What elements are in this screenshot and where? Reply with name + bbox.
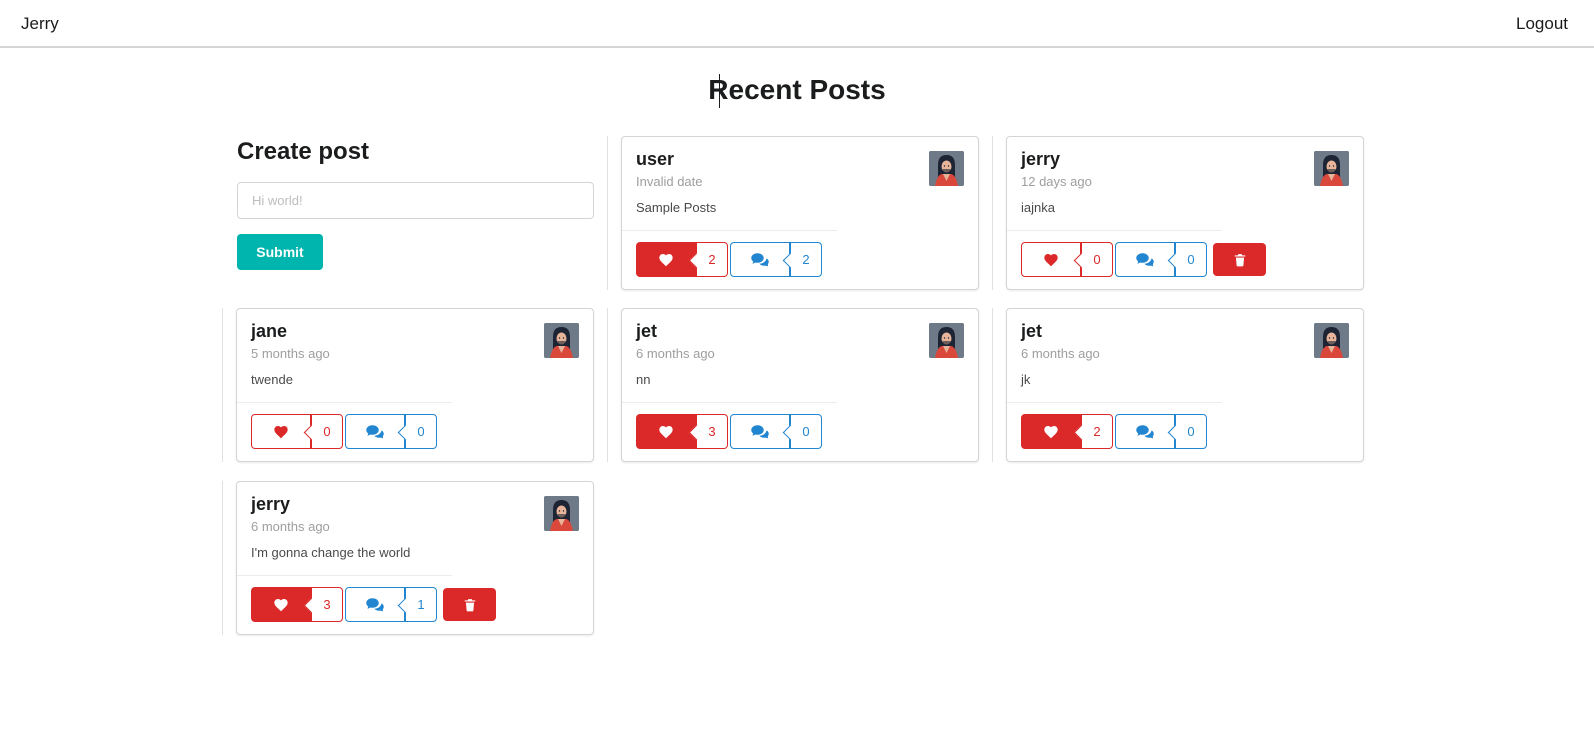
- post-card: user Invalid date Sample Posts 2 2: [621, 136, 979, 290]
- comment-button[interactable]: 0: [730, 414, 822, 449]
- post-timestamp[interactable]: 12 days ago: [1021, 174, 1092, 189]
- heart-icon: [636, 414, 696, 449]
- like-count: 3: [696, 414, 728, 449]
- create-post-form: Create post Submit: [237, 136, 594, 270]
- create-post-heading: Create post: [237, 138, 370, 165]
- comment-count: 0: [790, 414, 822, 449]
- post-body: jk: [1021, 372, 1031, 387]
- heart-icon: [636, 242, 696, 277]
- post-username[interactable]: jerry: [1021, 149, 1060, 170]
- like-button[interactable]: 0: [251, 414, 343, 449]
- post-body-input[interactable]: [237, 182, 594, 219]
- post-body: twende: [251, 372, 293, 387]
- like-count: 3: [311, 587, 343, 622]
- post-actions: 31: [251, 587, 496, 622]
- heart-icon: [1021, 414, 1081, 449]
- comment-count: 0: [1175, 242, 1207, 277]
- post-actions: 00: [1021, 242, 1266, 277]
- like-count: 0: [311, 414, 343, 449]
- post-card: jet 6 months ago nn 3 0: [621, 308, 979, 462]
- post-card: jet 6 months ago jk 2 0: [1006, 308, 1364, 462]
- card-divider: [622, 230, 837, 231]
- like-button[interactable]: 2: [1021, 414, 1113, 449]
- post-username[interactable]: jane: [251, 321, 287, 342]
- post-body: I'm gonna change the world: [251, 545, 411, 560]
- comment-icon: [730, 242, 790, 277]
- like-button[interactable]: 0: [1021, 242, 1113, 277]
- card-divider: [1007, 402, 1222, 403]
- logout-link[interactable]: Logout: [1516, 14, 1568, 34]
- like-count: 2: [1081, 414, 1113, 449]
- comment-button[interactable]: 2: [730, 242, 822, 277]
- comment-button[interactable]: 0: [345, 414, 437, 449]
- delete-button[interactable]: [443, 588, 496, 621]
- card-divider: [237, 575, 452, 576]
- column-divider: [992, 136, 993, 290]
- text-cursor: [719, 74, 720, 108]
- comment-button[interactable]: 0: [1115, 414, 1207, 449]
- like-button[interactable]: 2: [636, 242, 728, 277]
- like-button[interactable]: 3: [251, 587, 343, 622]
- post-card: jerry 12 days ago iajnka 0 0: [1006, 136, 1364, 290]
- post-timestamp[interactable]: 6 months ago: [1021, 346, 1100, 361]
- user-avatar: [1314, 323, 1349, 358]
- like-count: 0: [1081, 242, 1113, 277]
- user-avatar: [544, 323, 579, 358]
- post-timestamp[interactable]: Invalid date: [636, 174, 703, 189]
- comment-icon: [345, 414, 405, 449]
- column-divider: [222, 308, 223, 462]
- post-timestamp[interactable]: 6 months ago: [636, 346, 715, 361]
- comment-count: 1: [405, 587, 437, 622]
- comment-count: 2: [790, 242, 822, 277]
- heart-icon: [1021, 242, 1081, 277]
- comment-icon: [1115, 414, 1175, 449]
- post-username[interactable]: jet: [636, 321, 657, 342]
- like-count: 2: [696, 242, 728, 277]
- post-username[interactable]: user: [636, 149, 674, 170]
- card-divider: [237, 402, 452, 403]
- page-title: Recent Posts: [708, 74, 886, 105]
- card-divider: [1007, 230, 1222, 231]
- comment-count: 0: [1175, 414, 1207, 449]
- nav-brand[interactable]: Jerry: [21, 14, 59, 34]
- post-timestamp[interactable]: 5 months ago: [251, 346, 330, 361]
- comment-icon: [345, 587, 405, 622]
- post-timestamp[interactable]: 6 months ago: [251, 519, 330, 534]
- user-avatar: [929, 323, 964, 358]
- post-body: iajnka: [1021, 200, 1055, 215]
- delete-button[interactable]: [1213, 243, 1266, 276]
- post-card: jerry 6 months ago I'm gonna change the wo…: [236, 481, 594, 635]
- trash-icon: [463, 598, 477, 612]
- submit-button[interactable]: Submit: [237, 234, 323, 270]
- post-actions: 22: [636, 242, 824, 277]
- top-navbar: Jerry Logout: [0, 0, 1594, 48]
- post-body: nn: [636, 372, 651, 387]
- user-avatar: [544, 496, 579, 531]
- post-body: Sample Posts: [636, 200, 717, 215]
- comment-icon: [730, 414, 790, 449]
- comment-icon: [1115, 242, 1175, 277]
- post-username[interactable]: jet: [1021, 321, 1042, 342]
- comment-button[interactable]: 1: [345, 587, 437, 622]
- column-divider: [992, 308, 993, 462]
- heart-icon: [251, 414, 311, 449]
- like-button[interactable]: 3: [636, 414, 728, 449]
- column-divider: [607, 136, 608, 290]
- post-actions: 20: [1021, 414, 1209, 449]
- post-card: jane 5 months ago twende 0 0: [236, 308, 594, 462]
- column-divider: [222, 481, 223, 635]
- column-divider: [607, 308, 608, 462]
- user-avatar: [929, 151, 964, 186]
- post-actions: 30: [636, 414, 824, 449]
- post-username[interactable]: jerry: [251, 494, 290, 515]
- post-actions: 00: [251, 414, 439, 449]
- card-divider: [622, 402, 837, 403]
- heart-icon: [251, 587, 311, 622]
- comment-count: 0: [405, 414, 437, 449]
- comment-button[interactable]: 0: [1115, 242, 1207, 277]
- trash-icon: [1233, 253, 1247, 267]
- user-avatar: [1314, 151, 1349, 186]
